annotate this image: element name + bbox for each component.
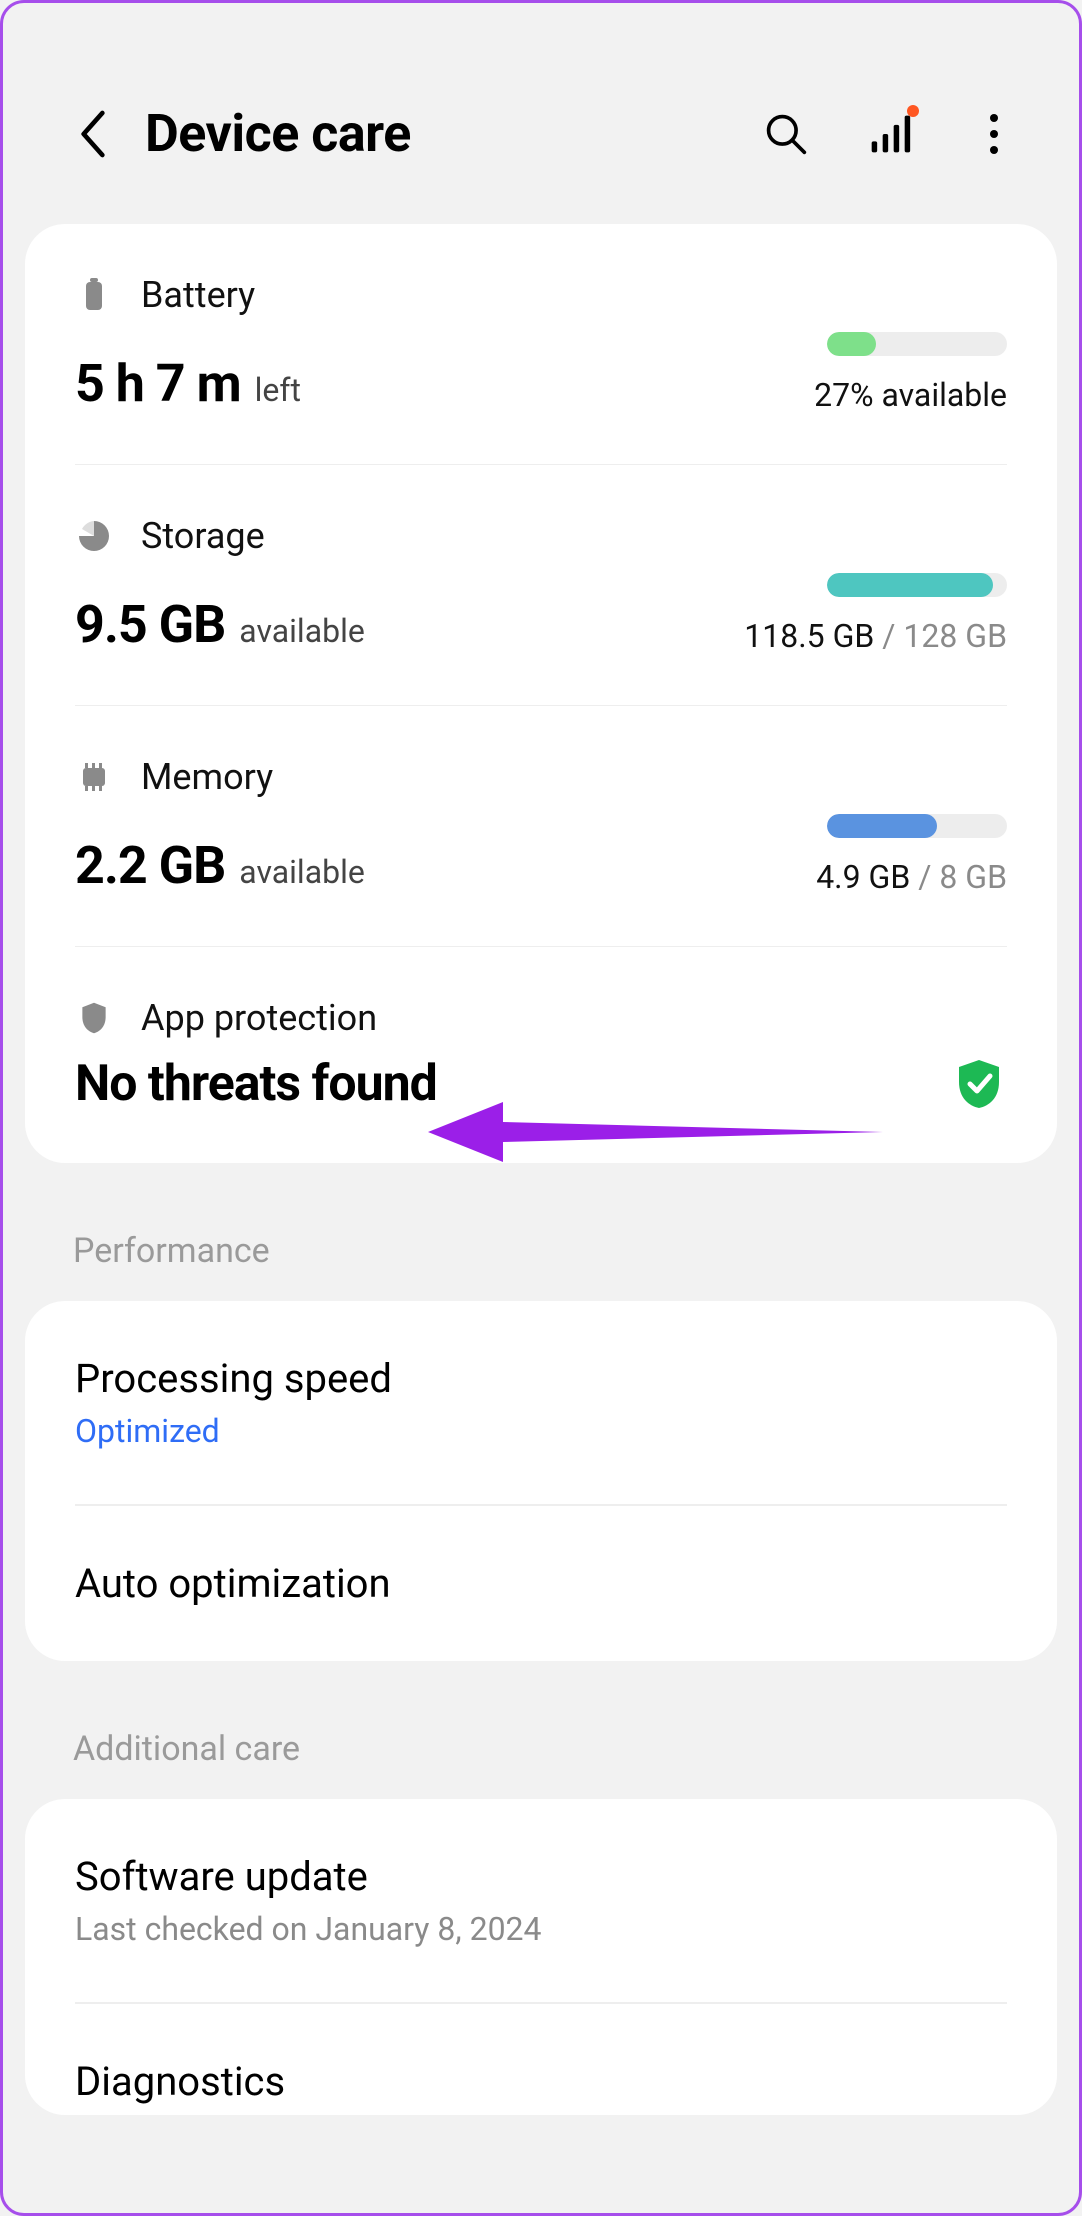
page-title: Device care (145, 103, 761, 164)
battery-label: Battery (141, 274, 255, 316)
back-button[interactable] (63, 104, 123, 164)
battery-time-suffix: left (255, 371, 301, 409)
performance-group-label: Performance (3, 1163, 1079, 1301)
software-update-sub: Last checked on January 8, 2024 (75, 1910, 1007, 1948)
storage-progress (827, 573, 1007, 597)
battery-progress (827, 332, 1007, 356)
software-update-item[interactable]: Software update Last checked on January … (25, 1799, 1057, 2002)
diagnostics-title: Diagnostics (75, 2058, 1007, 2105)
additional-care-card: Software update Last checked on January … (25, 1799, 1057, 2115)
more-vertical-icon (974, 114, 1014, 154)
memory-icon (75, 758, 113, 796)
memory-suffix: available (239, 853, 365, 891)
memory-progress (827, 814, 1007, 838)
more-button[interactable] (969, 109, 1019, 159)
search-icon (764, 112, 808, 156)
memory-value: 2.2 GB (75, 835, 225, 896)
storage-icon (75, 517, 113, 555)
additional-care-group-label: Additional care (3, 1661, 1079, 1799)
auto-optimization-title: Auto optimization (75, 1560, 1007, 1607)
processing-speed-title: Processing speed (75, 1355, 1007, 1402)
signal-bars-icon (868, 112, 912, 156)
battery-percent-text: 27% available (814, 376, 1007, 414)
memory-usage-text: 4.9 GB / 8 GB (816, 858, 1007, 896)
signal-button[interactable] (865, 109, 915, 159)
app-header: Device care (3, 3, 1079, 224)
processing-speed-item[interactable]: Processing speed Optimized (25, 1301, 1057, 1504)
storage-usage-text: 118.5 GB / 128 GB (744, 617, 1007, 655)
storage-suffix: available (239, 612, 365, 650)
processing-speed-status: Optimized (75, 1412, 1007, 1450)
auto-optimization-item[interactable]: Auto optimization (25, 1506, 1057, 1661)
notification-dot-icon (907, 105, 919, 117)
software-update-title: Software update (75, 1853, 1007, 1900)
battery-time-value: 5 h 7 m (75, 353, 241, 414)
memory-label: Memory (141, 756, 273, 798)
performance-card: Processing speed Optimized Auto optimiza… (25, 1301, 1057, 1661)
storage-section[interactable]: Storage 9.5 GB available 118.5 GB / 128 … (25, 465, 1057, 705)
status-card: Battery 5 h 7 m left 27% available (25, 224, 1057, 1163)
storage-label: Storage (141, 515, 265, 557)
app-protection-status: No threats found (75, 1055, 437, 1113)
search-button[interactable] (761, 109, 811, 159)
chevron-left-icon (79, 110, 107, 158)
diagnostics-item[interactable]: Diagnostics (25, 2004, 1057, 2115)
app-protection-label: App protection (141, 997, 377, 1039)
shield-check-icon (951, 1056, 1007, 1112)
shield-icon (75, 999, 113, 1037)
storage-value: 9.5 GB (75, 594, 225, 655)
battery-icon (75, 276, 113, 314)
app-protection-section[interactable]: App protection No threats found (25, 947, 1057, 1163)
battery-section[interactable]: Battery 5 h 7 m left 27% available (25, 224, 1057, 464)
memory-section[interactable]: Memory 2.2 GB available 4.9 GB / 8 GB (25, 706, 1057, 946)
